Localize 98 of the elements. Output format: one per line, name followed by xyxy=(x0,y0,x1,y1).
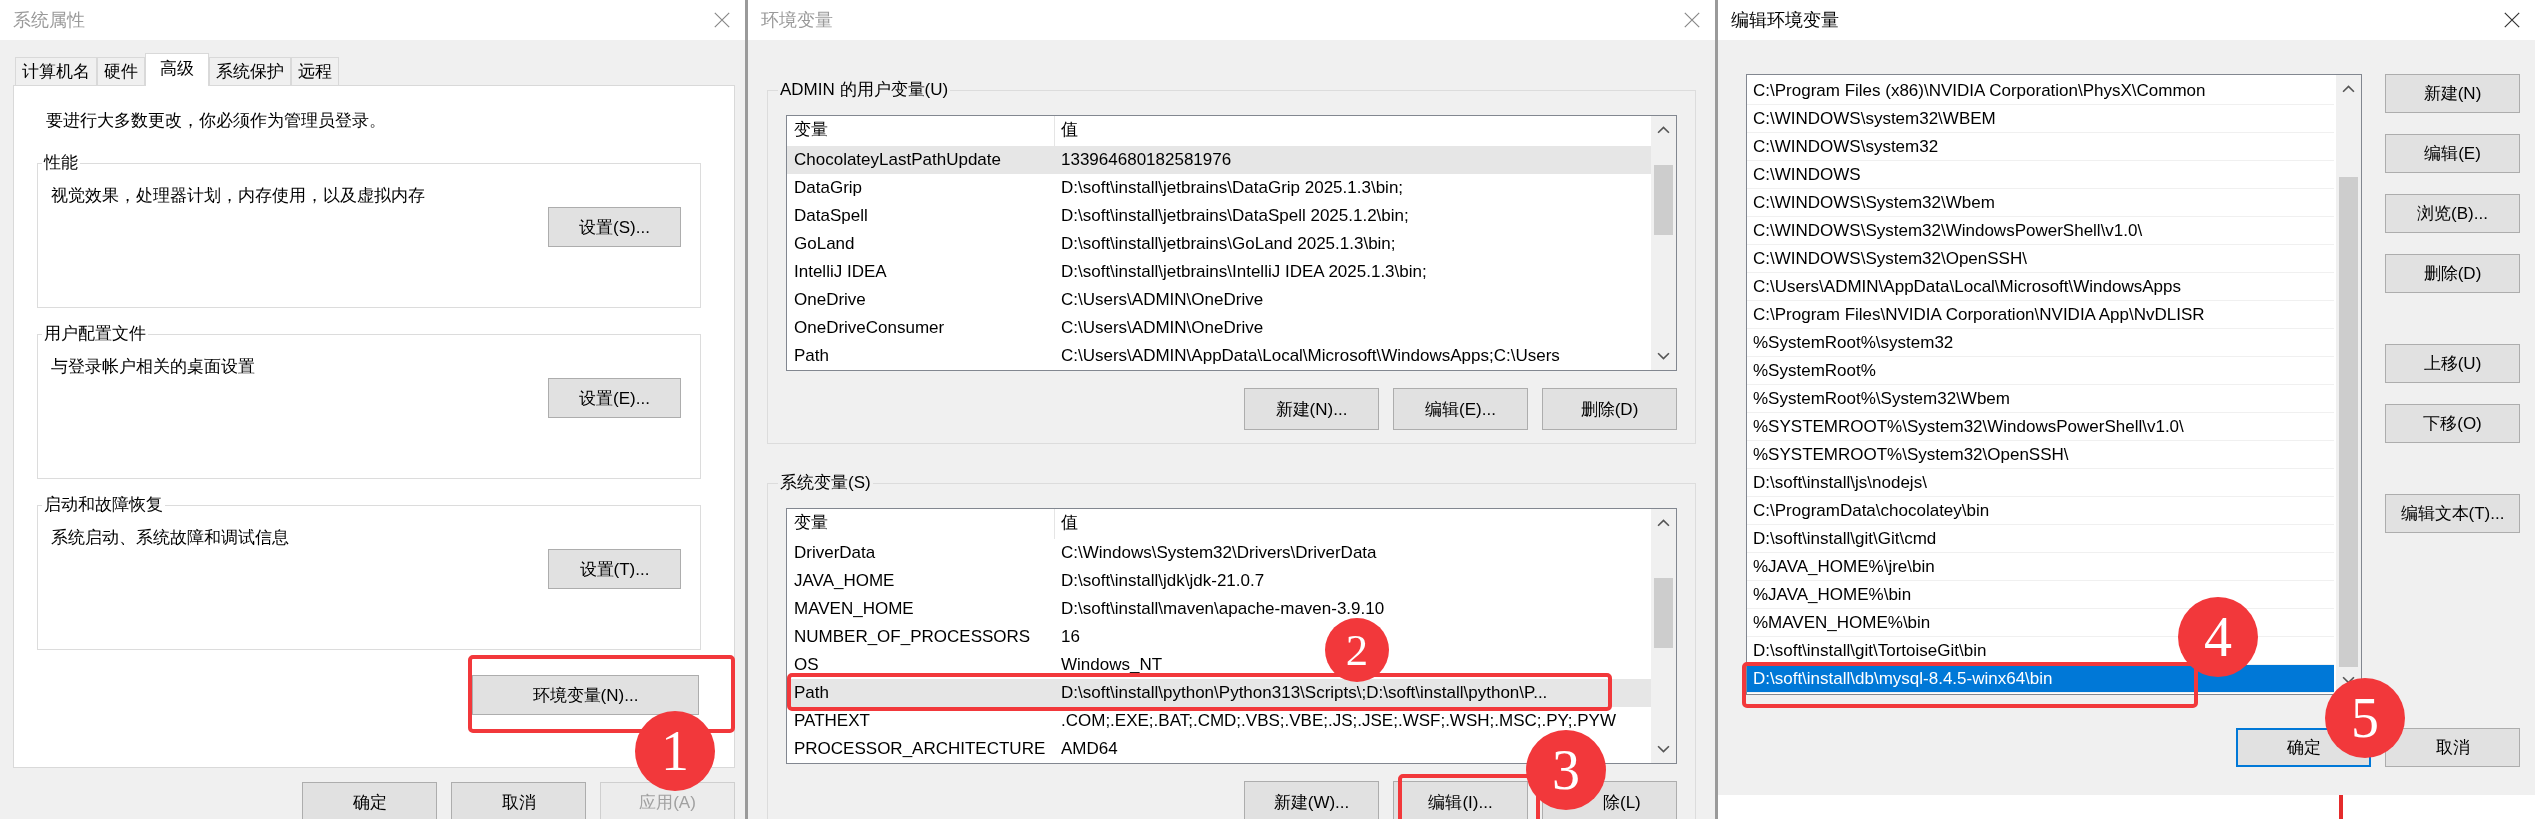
group-title: 系统变量(S) xyxy=(779,472,872,494)
dialog-button[interactable]: 编辑(E)... xyxy=(1393,388,1528,430)
variable-name[interactable]: DataSpell xyxy=(787,202,1055,230)
dialog-button[interactable]: 删除(D) xyxy=(1542,388,1677,430)
group-title: ADMIN 的用户变量(U) xyxy=(779,79,950,101)
path-entry[interactable]: C:\WINDOWS\system32 xyxy=(1747,133,2334,161)
scroll-down-icon[interactable] xyxy=(1657,745,1670,754)
scroll-up-icon[interactable] xyxy=(1657,125,1670,134)
dialog-button[interactable]: 下移(O) xyxy=(2385,404,2520,443)
group-title: 用户配置文件 xyxy=(43,323,147,345)
close-icon[interactable] xyxy=(2503,11,2521,29)
variable-name[interactable]: JAVA_HOME xyxy=(787,567,1055,595)
settings-button[interactable]: 设置(S)... xyxy=(548,207,681,247)
dialog-button[interactable]: 取消 xyxy=(2385,728,2520,767)
variable-name[interactable]: PATHEXT xyxy=(787,707,1055,735)
group-description: 系统启动、系统故障和调试信息 xyxy=(51,527,290,549)
path-entry[interactable]: D:\soft\install\db\mysql-8.4.5-winx64\bin xyxy=(1747,665,2334,693)
variable-value[interactable]: AMD64 xyxy=(1055,735,1118,763)
dialog-button[interactable]: 新建(N)... xyxy=(1244,388,1379,430)
variable-value[interactable]: 16 xyxy=(1055,623,1080,651)
dialog-button[interactable]: 取消 xyxy=(451,782,586,819)
path-entry[interactable]: %SystemRoot% xyxy=(1747,357,2334,385)
variable-name[interactable]: IntelliJ IDEA xyxy=(787,258,1055,286)
window-title: 系统属性 xyxy=(13,9,85,32)
dialog-button[interactable]: 新建(W)... xyxy=(1244,781,1379,819)
variable-name[interactable]: Path xyxy=(787,342,1055,370)
dialog-button[interactable]: 编辑(E) xyxy=(2385,134,2520,173)
variable-name[interactable]: GoLand xyxy=(787,230,1055,258)
scrollbar[interactable] xyxy=(1651,509,1676,763)
path-entry[interactable]: C:\WINDOWS\System32\WindowsPowerShell\v1.0\ xyxy=(1747,217,2334,245)
path-entry[interactable]: %JAVA_HOME%\jre\bin xyxy=(1747,553,2334,581)
variable-value[interactable]: D:\soft\install\jetbrains\GoLand 2025.1.3\bin; xyxy=(1055,230,1396,258)
variable-name[interactable]: MAVEN_HOME xyxy=(787,595,1055,623)
scrollbar-thumb[interactable] xyxy=(1654,578,1673,648)
tab[interactable]: 高级 xyxy=(145,53,209,86)
scrollbar-thumb[interactable] xyxy=(2339,177,2358,667)
variable-name[interactable]: DataGrip xyxy=(787,174,1055,202)
tab[interactable]: 远程 xyxy=(291,57,339,85)
path-entry[interactable]: D:\soft\install\js\nodejs\ xyxy=(1747,469,2334,497)
column-header[interactable]: 变量 xyxy=(787,509,1055,539)
path-entry[interactable]: C:\ProgramData\chocolatey\bin xyxy=(1747,497,2334,525)
path-entry[interactable]: D:\soft\install\git\Git\cmd xyxy=(1747,525,2334,553)
variable-value[interactable]: C:\Users\ADMIN\OneDrive xyxy=(1055,314,1264,342)
variable-value[interactable]: C:\Windows\System32\Drivers\DriverData xyxy=(1055,539,1377,567)
group-description: 与登录帐户相关的桌面设置 xyxy=(51,356,256,378)
notice-text: 要进行大多数更改，你必须作为管理员登录。 xyxy=(45,110,387,132)
variable-name[interactable]: OneDrive xyxy=(787,286,1055,314)
dialog-button[interactable]: 上移(U) xyxy=(2385,344,2520,383)
group-title: 性能 xyxy=(42,152,79,174)
path-entry[interactable]: C:\WINDOWS\System32\Wbem xyxy=(1747,189,2334,217)
window-title: 编辑环境变量 xyxy=(1731,9,1839,32)
scroll-down-icon[interactable] xyxy=(1657,352,1670,361)
environment-variables-button[interactable]: 环境变量(N)... xyxy=(472,675,699,715)
tab[interactable]: 计算机名 xyxy=(15,57,97,85)
tab[interactable]: 系统保护 xyxy=(209,57,291,85)
variable-name[interactable]: PROCESSOR_ARCHITECTURE xyxy=(787,735,1055,763)
column-header[interactable]: 值 xyxy=(1055,116,1078,146)
scrollbar[interactable] xyxy=(1651,116,1676,370)
path-entry[interactable]: C:\Program Files (x86)\NVIDIA Corporation\PhysX\Common xyxy=(1747,77,2334,105)
variable-name[interactable]: ChocolateyLastPathUpdate xyxy=(787,146,1055,174)
variable-name[interactable]: NUMBER_OF_PROCESSORS xyxy=(787,623,1055,651)
variable-value[interactable]: C:\Users\ADMIN\AppData\Local\Microsoft\WindowsApps;C:\Users xyxy=(1055,342,1560,370)
path-entry[interactable]: C:\WINDOWS\System32\OpenSSH\ xyxy=(1747,245,2334,273)
variable-value[interactable]: D:\soft\install\jdk\jdk-21.0.7 xyxy=(1055,567,1265,595)
dialog-button[interactable]: 确定 xyxy=(302,782,437,819)
path-entry[interactable]: %SystemRoot%\System32\Wbem xyxy=(1747,385,2334,413)
group-title: 启动和故障恢复 xyxy=(43,494,164,516)
column-header[interactable]: 值 xyxy=(1055,509,1078,539)
group-description: 视觉效果，处理器计划，内存使用，以及虚拟内存 xyxy=(51,185,426,207)
variable-name[interactable]: OS xyxy=(787,651,1055,679)
variable-value[interactable]: D:\soft\install\python\Python313\Scripts\;D:\soft\install\python\P... xyxy=(1055,679,1651,707)
scrollbar-thumb[interactable] xyxy=(1654,165,1673,235)
dialog-button[interactable]: 删除(D) xyxy=(2385,254,2520,293)
dialog-button[interactable]: 编辑(I)... xyxy=(1393,781,1528,819)
path-entry[interactable]: C:\Program Files\NVIDIA Corporation\NVIDIA App\NvDLISR xyxy=(1747,301,2334,329)
variable-value[interactable]: D:\soft\install\jetbrains\DataGrip 2025.1.3\bin; xyxy=(1055,174,1404,202)
settings-button[interactable]: 设置(T)... xyxy=(548,549,681,589)
dialog-button[interactable]: 新建(N) xyxy=(2385,74,2520,113)
variable-value[interactable]: C:\Users\ADMIN\OneDrive xyxy=(1055,286,1264,314)
window-title: 环境变量 xyxy=(761,9,833,32)
scroll-up-icon[interactable] xyxy=(1657,518,1670,527)
scroll-up-icon[interactable] xyxy=(2342,84,2355,93)
variable-value[interactable]: 133964680182581976 xyxy=(1055,146,1651,174)
path-entry[interactable]: %SYSTEMROOT%\System32\OpenSSH\ xyxy=(1747,441,2334,469)
path-entry[interactable]: C:\WINDOWS\system32\WBEM xyxy=(1747,105,2334,133)
variable-name[interactable]: OneDriveConsumer xyxy=(787,314,1055,342)
path-entry[interactable]: %SystemRoot%\system32 xyxy=(1747,329,2334,357)
dialog-button[interactable]: 浏览(B)... xyxy=(2385,194,2520,233)
path-entry[interactable]: %SYSTEMROOT%\System32\WindowsPowerShell\v1.0\ xyxy=(1747,413,2334,441)
settings-button[interactable]: 设置(E)... xyxy=(548,378,681,418)
variable-name[interactable]: DriverData xyxy=(787,539,1055,567)
variable-value[interactable]: Windows_NT xyxy=(1055,651,1163,679)
variable-value[interactable]: D:\soft\install\jetbrains\DataSpell 2025.1.2\bin; xyxy=(1055,202,1409,230)
path-entry[interactable]: C:\Users\ADMIN\AppData\Local\Microsoft\WindowsApps xyxy=(1747,273,2334,301)
tab[interactable]: 硬件 xyxy=(97,57,145,85)
path-entry[interactable]: C:\WINDOWS xyxy=(1747,161,2334,189)
variable-value[interactable]: D:\soft\install\jetbrains\IntelliJ IDEA 2025.1.3\bin; xyxy=(1055,258,1427,286)
dialog-button[interactable]: 编辑文本(T)... xyxy=(2385,494,2520,533)
